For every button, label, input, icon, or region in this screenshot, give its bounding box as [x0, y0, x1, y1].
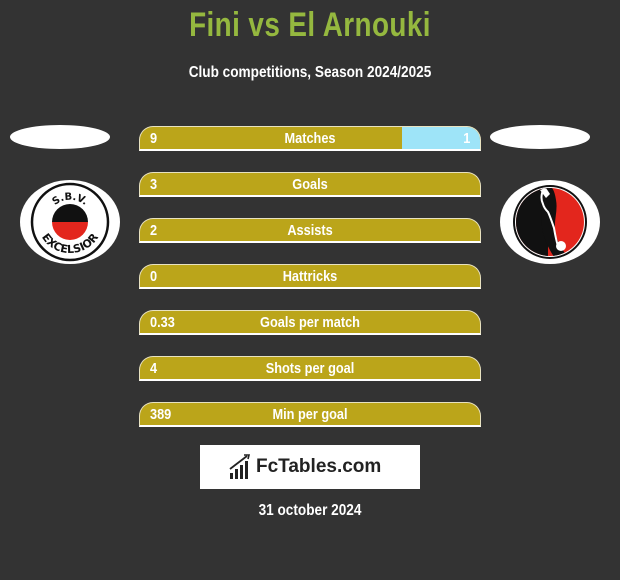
right-player-placeholder	[490, 125, 590, 149]
fctables-brand[interactable]: FcTables.com	[200, 445, 420, 489]
page-subtitle: Club competitions, Season 2024/2025	[188, 64, 432, 81]
stat-row: Hattricks 0	[139, 264, 481, 289]
excelsior-crest-icon: S.B.V. EXCELSIOR	[30, 182, 110, 262]
left-value: 0.33	[150, 314, 175, 331]
page-title: Fini vs El Arnouki	[189, 6, 431, 44]
left-value: 9	[150, 130, 158, 147]
stat-row: Shots per goal 4	[139, 356, 481, 381]
left-value: 0	[150, 268, 158, 285]
stat-row: Goals per match 0.33	[139, 310, 481, 335]
stat-label: Shots per goal	[265, 360, 355, 377]
left-team-logo[interactable]: S.B.V. EXCELSIOR	[20, 180, 120, 264]
right-team-logo[interactable]	[500, 180, 600, 264]
brand-text: FcTables.com	[256, 456, 382, 477]
bar-chart-icon	[229, 454, 251, 479]
report-date: 31 october 2024	[258, 502, 362, 519]
stat-label: Matches	[284, 130, 336, 147]
left-value: 4	[150, 360, 158, 377]
left-player-placeholder	[10, 125, 110, 149]
stat-label: Goals	[292, 176, 328, 193]
helmond-sport-crest-icon	[511, 183, 589, 261]
stat-row: Min per goal 389	[139, 402, 481, 427]
stat-row: Goals 3	[139, 172, 481, 197]
stat-label: Hattricks	[282, 268, 338, 285]
left-value: 389	[150, 406, 172, 423]
stat-row: Matches 9 1	[139, 126, 481, 151]
left-value: 2	[150, 222, 158, 239]
stat-label: Goals per match	[260, 314, 360, 331]
stat-row: Assists 2	[139, 218, 481, 243]
right-value: 1	[462, 130, 470, 147]
stat-label: Assists	[287, 222, 333, 239]
left-value: 3	[150, 176, 158, 193]
stat-label: Min per goal	[272, 406, 348, 423]
